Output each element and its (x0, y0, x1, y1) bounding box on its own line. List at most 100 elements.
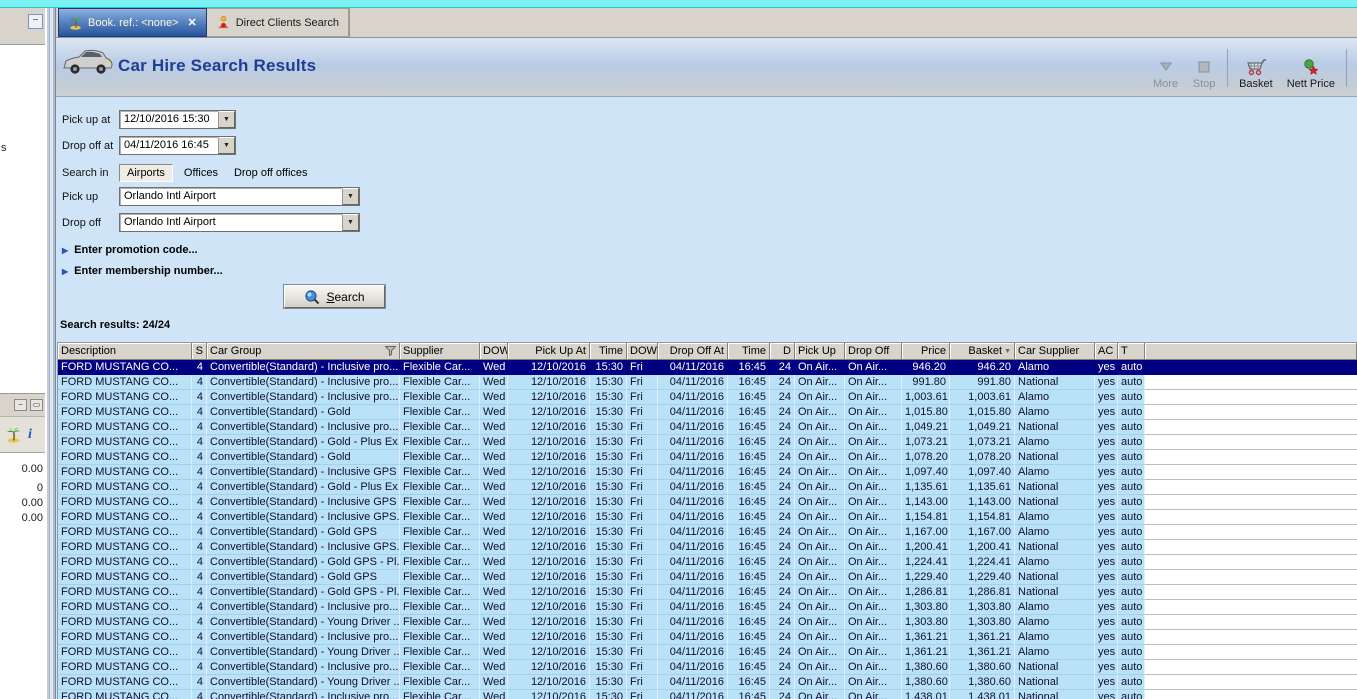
cell-dow2: Fri (627, 585, 658, 600)
table-row[interactable]: FORD MUSTANG CO...4Convertible(Standard)… (58, 660, 1357, 675)
table-row[interactable]: FORD MUSTANG CO...4Convertible(Standard)… (58, 510, 1357, 525)
table-row[interactable]: FORD MUSTANG CO...4Convertible(Standard)… (58, 675, 1357, 690)
palm-tree-icon[interactable] (5, 426, 22, 443)
results-table-body: FORD MUSTANG CO...4Convertible(Standard)… (58, 360, 1357, 699)
chevron-down-icon[interactable]: ▼ (342, 214, 359, 231)
column-header-price[interactable]: Price (902, 343, 950, 360)
cell-dow1: Wed (480, 600, 508, 615)
cell-s: 4 (192, 570, 207, 585)
cell-pu_time: 15:30 (590, 540, 627, 555)
cell-do_time: 16:45 (728, 510, 770, 525)
table-row[interactable]: FORD MUSTANG CO...4Convertible(Standard)… (58, 630, 1357, 645)
sidebar-minimize-button[interactable]: − (28, 14, 43, 29)
column-header-do_time[interactable]: Time (728, 343, 770, 360)
cell-do_loc: On Air... (845, 420, 902, 435)
membership-number-expander[interactable]: ▶ Enter membership number... (62, 265, 223, 277)
cell-pu_date: 12/10/2016 (508, 570, 590, 585)
cell-dow1: Wed (480, 690, 508, 699)
cell-do_date: 04/11/2016 (658, 555, 728, 570)
search-button[interactable]: Search (284, 285, 385, 308)
column-header-pu_time[interactable]: Time (590, 343, 627, 360)
column-header-dow1[interactable]: DOW (480, 343, 508, 360)
table-row[interactable]: FORD MUSTANG CO...4Convertible(Standard)… (58, 450, 1357, 465)
column-header-d[interactable]: D (770, 343, 795, 360)
cell-pu_loc: On Air... (795, 540, 845, 555)
chevron-down-icon[interactable]: ▼ (342, 188, 359, 205)
cell-dow1: Wed (480, 555, 508, 570)
dropoff-at-row: Drop off at 04/11/2016 16:45 ▼ (62, 136, 236, 155)
column-header-basket[interactable]: Basket▼ (950, 343, 1015, 360)
column-header-supplier[interactable]: Supplier (400, 343, 480, 360)
table-row[interactable]: FORD MUSTANG CO...4Convertible(Standard)… (58, 495, 1357, 510)
sidebar-splitter[interactable] (45, 8, 55, 699)
cell-ac: yes (1095, 630, 1118, 645)
table-row[interactable]: FORD MUSTANG CO...4Convertible(Standard)… (58, 480, 1357, 495)
cell-car_supplier: Alamo (1015, 435, 1095, 450)
filter-funnel-icon[interactable] (385, 346, 396, 356)
column-header-pu_date[interactable]: Pick Up At (508, 343, 590, 360)
cell-s: 4 (192, 495, 207, 510)
table-row[interactable]: FORD MUSTANG CO...4Convertible(Standard)… (58, 585, 1357, 600)
table-row[interactable]: FORD MUSTANG CO...4Convertible(Standard)… (58, 540, 1357, 555)
column-header-pu_loc[interactable]: Pick Up (795, 343, 845, 360)
column-header-group[interactable]: Car Group (207, 343, 400, 360)
column-header-ac[interactable]: AC (1095, 343, 1118, 360)
cell-do_loc: On Air... (845, 585, 902, 600)
pickup-location-value: Orlando Intl Airport (120, 188, 220, 205)
table-row[interactable]: FORD MUSTANG CO...4Convertible(Standard)… (58, 465, 1357, 480)
column-header-car_supplier[interactable]: Car Supplier (1015, 343, 1095, 360)
table-row[interactable]: FORD MUSTANG CO...4Convertible(Standard)… (58, 690, 1357, 699)
nett-price-button[interactable]: Nett Price (1280, 46, 1342, 90)
column-header-do_loc[interactable]: Drop Off (845, 343, 902, 360)
search-in-airports-option[interactable]: Airports (119, 164, 173, 182)
table-row[interactable]: FORD MUSTANG CO...4Convertible(Standard)… (58, 420, 1357, 435)
table-row[interactable]: FORD MUSTANG CO...4Convertible(Standard)… (58, 405, 1357, 420)
cell-pu_loc: On Air... (795, 375, 845, 390)
search-in-offices-option[interactable]: Offices (182, 165, 220, 181)
dropoff-at-datetime-select[interactable]: 04/11/2016 16:45 ▼ (119, 136, 236, 155)
column-header-do_date[interactable]: Drop Off At (658, 343, 728, 360)
table-row[interactable]: FORD MUSTANG CO...4Convertible(Standard)… (58, 600, 1357, 615)
cell-dow1: Wed (480, 405, 508, 420)
cell-s: 4 (192, 675, 207, 690)
navigate-button[interactable]: Nav (1351, 46, 1357, 90)
cell-pu_date: 12/10/2016 (508, 510, 590, 525)
table-row[interactable]: FORD MUSTANG CO...4Convertible(Standard)… (58, 525, 1357, 540)
table-row[interactable]: FORD MUSTANG CO...4Convertible(Standard)… (58, 390, 1357, 405)
dropoff-location-select[interactable]: Orlando Intl Airport ▼ (119, 213, 360, 232)
cell-group: Convertible(Standard) - Inclusive pro... (207, 690, 400, 699)
table-row[interactable]: FORD MUSTANG CO...4Convertible(Standard)… (58, 615, 1357, 630)
column-header-desc[interactable]: Description (58, 343, 192, 360)
basket-button[interactable]: Basket (1232, 46, 1280, 90)
column-header-t[interactable]: T (1118, 343, 1145, 360)
close-icon[interactable]: ✕ (188, 16, 197, 29)
table-row[interactable]: FORD MUSTANG CO...4Convertible(Standard)… (58, 555, 1357, 570)
cell-dow2: Fri (627, 690, 658, 699)
column-header-dow2[interactable]: DOW (627, 343, 658, 360)
cell-t: auto (1118, 405, 1145, 420)
toolbar-separator (1227, 49, 1228, 87)
pickup-at-datetime-select[interactable]: 12/10/2016 15:30 ▼ (119, 110, 236, 129)
cell-price: 1,078.20 (902, 450, 950, 465)
table-row[interactable]: FORD MUSTANG CO...4Convertible(Standard)… (58, 570, 1357, 585)
pickup-location-select[interactable]: Orlando Intl Airport ▼ (119, 187, 360, 206)
tab-direct-clients-search[interactable]: Direct Clients Search (207, 8, 349, 37)
table-row[interactable]: FORD MUSTANG CO...4Convertible(Standard)… (58, 360, 1357, 375)
cell-pu_time: 15:30 (590, 525, 627, 540)
cell-group: Convertible(Standard) - Gold - Plus Ex..… (207, 435, 400, 450)
tab-booking-ref[interactable]: Book. ref.: <none> ✕ (58, 8, 207, 37)
table-row[interactable]: FORD MUSTANG CO...4Convertible(Standard)… (58, 375, 1357, 390)
table-row[interactable]: FORD MUSTANG CO...4Convertible(Standard)… (58, 435, 1357, 450)
chevron-down-icon[interactable]: ▼ (218, 137, 235, 154)
chevron-down-icon[interactable]: ▼ (218, 111, 235, 128)
table-row[interactable]: FORD MUSTANG CO...4Convertible(Standard)… (58, 645, 1357, 660)
column-header-s[interactable]: S (192, 343, 207, 360)
info-icon[interactable]: i (28, 427, 32, 443)
cell-do_date: 04/11/2016 (658, 420, 728, 435)
cell-desc: FORD MUSTANG CO... (58, 420, 192, 435)
promotion-code-expander[interactable]: ▶ Enter promotion code... (62, 244, 198, 256)
sidebar-panel-minimize-button[interactable]: − (14, 399, 27, 411)
cell-pu_loc: On Air... (795, 585, 845, 600)
search-in-dropoff-offices-option[interactable]: Drop off offices (232, 165, 310, 181)
sidebar-panel-restore-button[interactable]: ▭ (30, 399, 43, 411)
